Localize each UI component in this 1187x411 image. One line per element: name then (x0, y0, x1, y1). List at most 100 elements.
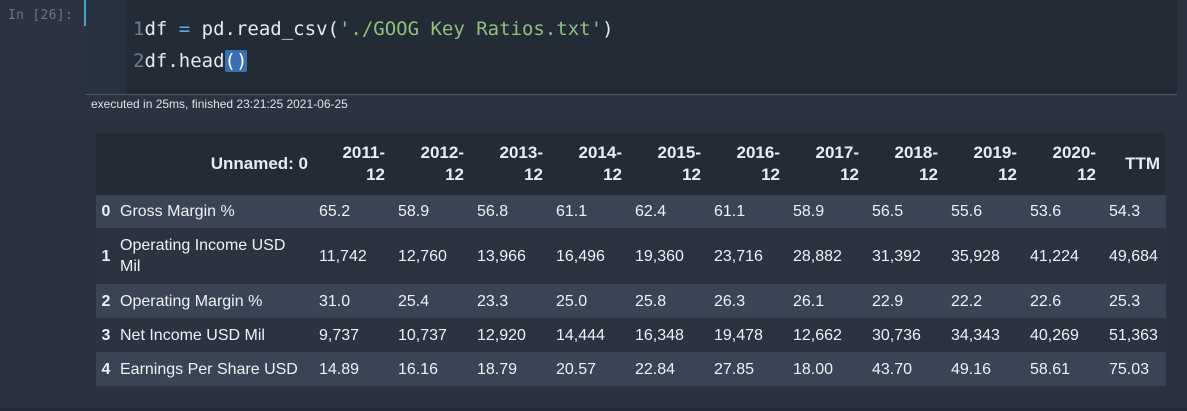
table-cell: 56.5 (872, 203, 904, 220)
table-cell: 31,392 (872, 247, 921, 265)
code-token: df.head (144, 50, 225, 72)
table-cell: 53.6 (1030, 203, 1062, 220)
table-cell: 25.3 (1109, 292, 1141, 310)
column-header: 2013- 12 (470, 133, 549, 195)
line-number: 2 (133, 50, 145, 72)
table-cell: 65.2 (319, 203, 351, 220)
column-header: 2014- 12 (549, 133, 628, 195)
table-cell: 12,760 (398, 247, 447, 265)
row-index: 4 (101, 360, 111, 378)
table-cell: 58.9 (398, 203, 430, 220)
table-cell: 34,343 (951, 326, 1000, 344)
row-label: Earnings Per Share USD (120, 360, 298, 378)
line-number-gutter (86, 0, 126, 94)
table-cell: 51,363 (1109, 326, 1158, 344)
column-header: 2015- 12 (628, 133, 707, 195)
table-cell: 22.9 (872, 292, 904, 310)
table-cell: 18.79 (477, 360, 518, 378)
column-header: 2011- 12 (312, 133, 391, 195)
table-cell: 41,224 (1030, 247, 1079, 265)
line-number: 1 (133, 18, 145, 40)
row-label: Net Income USD Mil (120, 326, 265, 344)
table-cell: 61.1 (714, 203, 746, 220)
column-header: 2016- 12 (707, 133, 786, 195)
code-line[interactable]: 2df.head() (133, 48, 248, 74)
table-cell: 20.57 (556, 360, 597, 378)
table-cell: 62.4 (635, 203, 667, 220)
table-cell: 10,737 (398, 326, 447, 344)
row-index: 3 (101, 326, 111, 344)
cell-output: Unnamed: 0 2011- 12 2012- 12 2013- 12 2014- … (96, 133, 1166, 393)
row-label: Operating Margin % (120, 292, 263, 310)
table-cell: 16,496 (556, 247, 605, 265)
column-header: 2012- 12 (391, 133, 470, 195)
table-cell: 49,684 (1109, 247, 1158, 265)
table-cell: 14,444 (556, 326, 605, 344)
table-cell: 54.3 (1109, 203, 1141, 220)
column-header: 2019- 12 (944, 133, 1023, 195)
table-cell: 43.70 (872, 360, 913, 378)
table-cell: 26.3 (714, 292, 746, 310)
row-label: Operating Income USD Mil (120, 237, 286, 275)
table-cell: 25.8 (635, 292, 667, 310)
execution-divider (86, 94, 1177, 95)
table-cell: 58.9 (793, 203, 825, 220)
table-cell: 19,360 (635, 247, 684, 265)
table-cell: 18.00 (793, 360, 834, 378)
table-cell: 22.2 (951, 292, 983, 310)
column-header: TTM (1102, 133, 1166, 195)
string-literal: './GOOG Key Ratios.txt' (338, 18, 603, 40)
table-cell: 35,928 (951, 247, 1000, 265)
code-token: df (144, 18, 179, 40)
matched-brackets: () (224, 50, 248, 72)
table-cell: 25.4 (398, 292, 430, 310)
table-cell: 58.61 (1030, 360, 1071, 378)
column-header: 2017- 12 (786, 133, 865, 195)
table-cell: 23.3 (477, 292, 509, 310)
table-cell: 12,662 (793, 326, 842, 344)
execution-info: executed in 25ms, finished 23:21:25 2021… (91, 97, 348, 111)
table-row: 2 Operating Margin % 31.0 25.4 23.3 25.0 25.8 2… (96, 284, 1166, 318)
table-cell: 11,742 (319, 247, 367, 265)
table-cell: 40,269 (1030, 326, 1079, 344)
table-row: 4 Earnings Per Share USD 14.89 16.16 18.79 20… (96, 352, 1166, 386)
table-cell: 30,736 (872, 326, 921, 344)
table-row: 1 Operating Income USD Mil 11,742 12,760 13,… (96, 228, 1166, 284)
table-cell: 27.85 (714, 360, 755, 378)
table-cell: 55.6 (951, 203, 983, 220)
table-cell: 14.89 (319, 360, 360, 378)
column-header: 2020- 12 (1023, 133, 1102, 195)
code-editor[interactable]: 1df = pd.read_csv('./GOOG Key Ratios.txt… (86, 0, 1177, 94)
table-cell: 28,882 (793, 247, 842, 265)
table-cell: 16,348 (635, 326, 684, 344)
code-token: pd.read_csv( (190, 18, 339, 40)
table-header-row: Unnamed: 0 2011- 12 2012- 12 2013- 12 2014- … (96, 133, 1166, 195)
table-cell: 49.16 (951, 360, 992, 378)
row-index: 1 (101, 247, 111, 265)
table-cell: 61.1 (556, 203, 588, 220)
table-cell: 31.0 (319, 292, 351, 310)
table-cell: 19,478 (714, 326, 763, 344)
table-cell: 22.6 (1030, 292, 1062, 310)
table-row: 0 Gross Margin % 65.2 58.9 56.8 61.1 62.4 61.1 5… (96, 195, 1166, 228)
code-cell[interactable]: In [26]: 1df = pd.read_csv('./GOOG Key R… (0, 0, 1187, 116)
table-cell: 16.16 (398, 360, 439, 378)
table-row: 3 Net Income USD Mil 9,737 10,737 12,920 14,4… (96, 318, 1166, 352)
code-token: ) (602, 18, 614, 40)
table-cell: 22.84 (635, 360, 676, 378)
label-column-header: Unnamed: 0 (116, 133, 312, 195)
column-header: 2018- 12 (865, 133, 944, 195)
table-cell: 13,966 (477, 247, 526, 265)
index-header (96, 133, 116, 195)
table-cell: 12,920 (477, 326, 526, 344)
table-cell: 9,737 (319, 326, 360, 344)
row-label: Gross Margin % (120, 203, 235, 220)
table-cell: 26.1 (793, 292, 825, 310)
cell-prompt: In [26]: (8, 8, 74, 23)
row-index: 2 (101, 292, 111, 310)
code-line[interactable]: 1df = pd.read_csv('./GOOG Key Ratios.txt… (133, 16, 614, 42)
table-cell: 75.03 (1109, 360, 1150, 378)
table-cell: 56.8 (477, 203, 509, 220)
row-index: 0 (101, 203, 111, 220)
table-cell: 25.0 (556, 292, 588, 310)
